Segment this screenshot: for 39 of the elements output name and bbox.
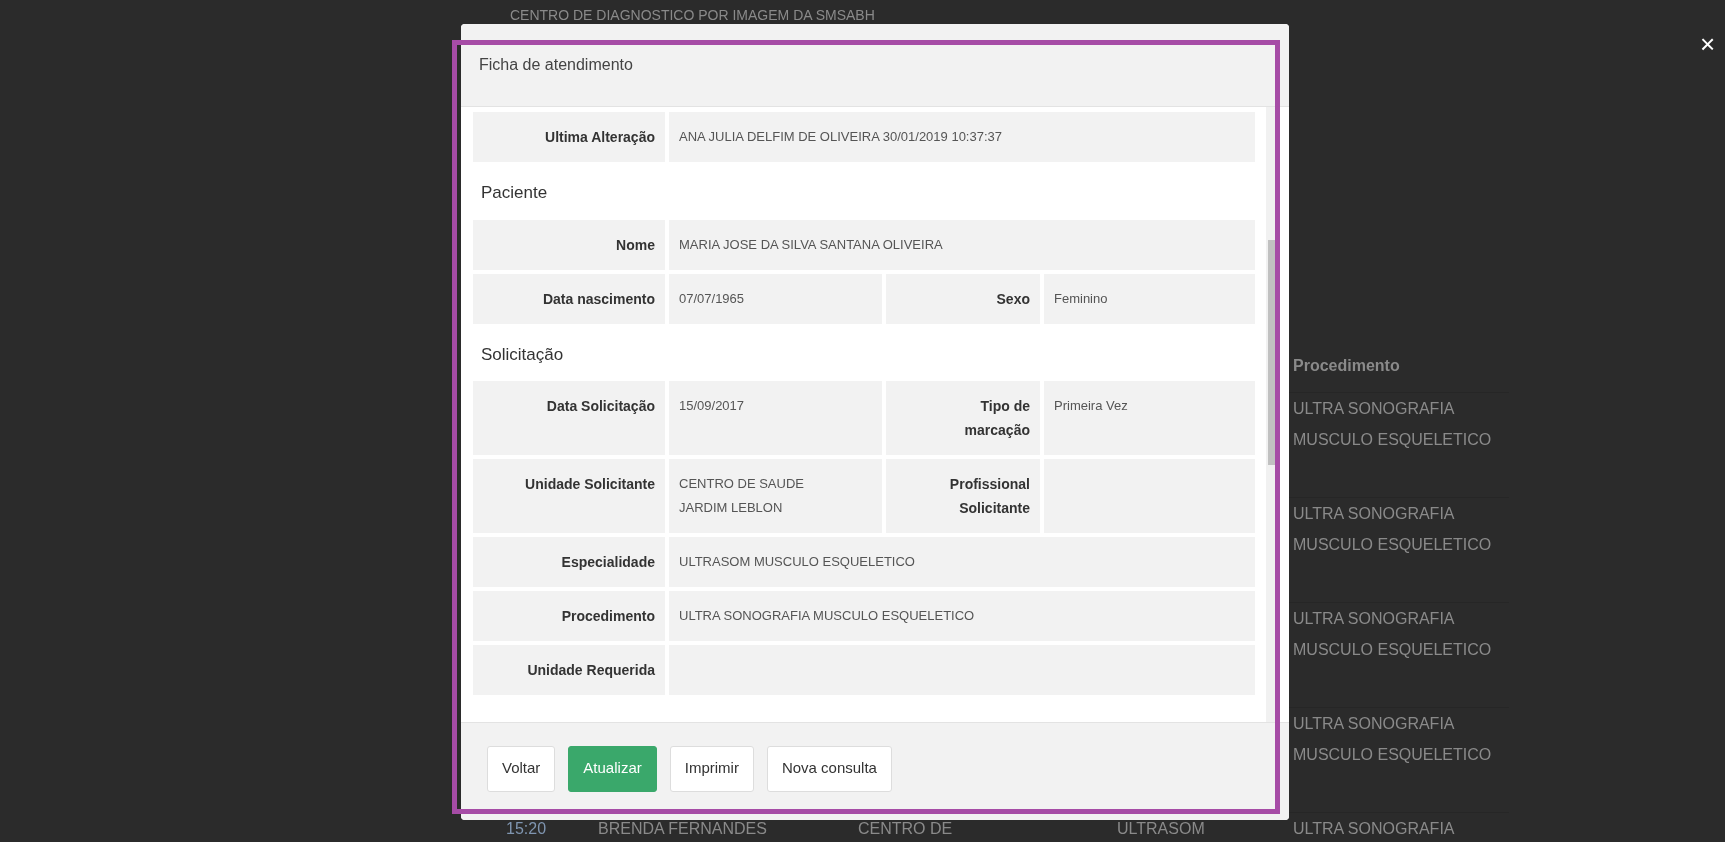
field-label: Nome bbox=[616, 235, 655, 255]
footer-button[interactable]: Nova consulta bbox=[766, 745, 892, 792]
table-cell: 15:20 bbox=[506, 820, 547, 837]
field-value: ULTRA SONOGRAFIA MUSCULO ESQUELETICO bbox=[679, 607, 976, 625]
scrollbar-thumb[interactable] bbox=[1268, 240, 1276, 465]
field-label: Tipo de marcação bbox=[963, 397, 1030, 440]
field-value: 15/09/2017 bbox=[679, 397, 746, 415]
table-cell: ULTRASOM bbox=[1117, 820, 1205, 837]
footer-button[interactable]: Imprimir bbox=[669, 745, 754, 792]
field-value: ANA JULIA DELFIM DE OLIVEIRA 30/01/2019 10:37:37 bbox=[679, 128, 1003, 146]
field-value: ULTRASOM MUSCULO ESQUELETICO bbox=[679, 553, 916, 571]
field-value: 07/07/1965 bbox=[679, 289, 746, 308]
field-label: Profissional Solicitante bbox=[948, 475, 1030, 518]
table-cell-text: ULTRA SONOGRAFIA MUSCULO ESQUELETICO bbox=[1293, 399, 1493, 450]
table-cell: CENTRO DE bbox=[858, 820, 953, 837]
field-label: Unidade Solicitante bbox=[525, 475, 655, 494]
footer-button[interactable]: Voltar bbox=[487, 745, 556, 792]
field-label: Ultima Alteração bbox=[545, 128, 655, 147]
field-label: Procedimento bbox=[561, 607, 655, 626]
section-heading: Paciente bbox=[481, 183, 548, 202]
table-cell-text: ULTRA SONOGRAFIA MUSCULO ESQUELETICO bbox=[1293, 714, 1493, 765]
field-value: Feminino bbox=[1054, 289, 1109, 308]
column-header: Procedimento bbox=[1293, 356, 1400, 376]
section-heading: Solicitação bbox=[481, 344, 564, 364]
page-heading: CENTRO DE DIAGNOSTICO POR IMAGEM DA SMSABH bbox=[510, 7, 875, 23]
field-value: CENTRO DE SAUDE JARDIM LEBLON bbox=[679, 475, 805, 517]
field-label: Especialidade bbox=[561, 553, 655, 572]
table-cell-text: ULTRA SONOGRAFIA MUSCULO ESQUELETICO bbox=[1293, 609, 1493, 660]
table-cell: BRENDA FERNANDES bbox=[598, 820, 767, 837]
field-label: Data Solicitação bbox=[546, 397, 655, 416]
field-label: Sexo bbox=[996, 289, 1030, 309]
close-button[interactable]: × bbox=[1696, 30, 1720, 58]
field-label: Unidade Requerida bbox=[527, 661, 655, 680]
table-cell-text: ULTRA SONOGRAFIA MUSCULO ESQUELETICO bbox=[1293, 504, 1493, 555]
table-cell-text: ULTRA SONOGRAFIA bbox=[1293, 819, 1456, 839]
field-value: Primeira Vez bbox=[1054, 397, 1129, 415]
modal-title: Ficha de atendimento bbox=[479, 55, 633, 75]
field-label: Data nascimento bbox=[542, 289, 655, 309]
field-value: MARIA JOSE DA SILVA SANTANA OLIVEIRA bbox=[679, 235, 944, 254]
